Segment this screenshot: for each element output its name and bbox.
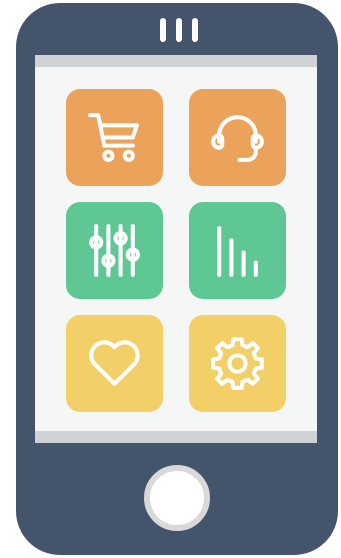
cart-icon bbox=[88, 113, 139, 162]
sliders-icon bbox=[89, 224, 140, 277]
headset-icon bbox=[211, 115, 264, 162]
statistics-tile[interactable] bbox=[189, 202, 286, 299]
home-button[interactable] bbox=[144, 465, 210, 531]
speaker-grille bbox=[160, 18, 198, 42]
screen bbox=[35, 55, 317, 443]
equalizer-tile[interactable] bbox=[66, 202, 163, 299]
speaker-slot bbox=[160, 18, 166, 42]
settings-tile[interactable] bbox=[189, 315, 286, 412]
customer-support-tile[interactable] bbox=[189, 89, 286, 186]
gear-icon bbox=[211, 337, 264, 390]
bar-chart-icon bbox=[217, 226, 258, 277]
speaker-slot bbox=[176, 18, 182, 42]
phone-body bbox=[16, 3, 338, 555]
shopping-cart-tile[interactable] bbox=[66, 89, 163, 186]
speaker-slot bbox=[192, 18, 198, 42]
heart-icon bbox=[89, 340, 140, 386]
screen-bottom-bar bbox=[35, 431, 317, 443]
favorites-tile[interactable] bbox=[66, 315, 163, 412]
screen-top-bar bbox=[35, 55, 317, 67]
